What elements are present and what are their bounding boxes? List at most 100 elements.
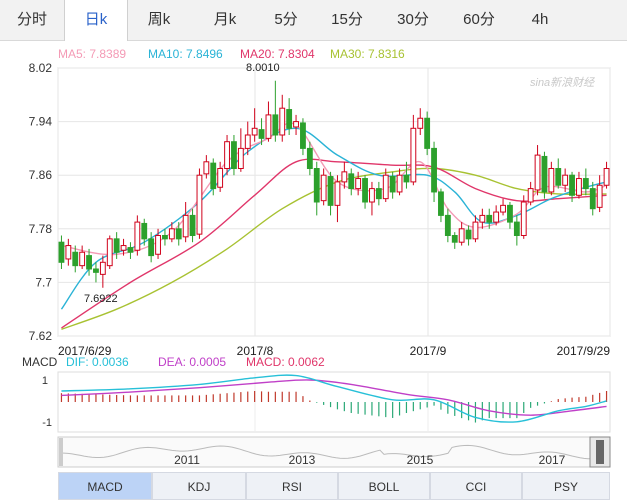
candle-body bbox=[369, 188, 375, 203]
candle bbox=[534, 145, 541, 196]
candle-body bbox=[258, 129, 265, 139]
candle-body bbox=[189, 214, 196, 236]
candle-body bbox=[251, 127, 258, 136]
candle bbox=[265, 101, 272, 142]
candle bbox=[369, 181, 375, 216]
candle-body bbox=[231, 141, 237, 169]
candle bbox=[162, 228, 168, 246]
candle bbox=[224, 135, 230, 176]
nav-label-2017: 2017 bbox=[539, 453, 566, 467]
candle-body bbox=[417, 117, 424, 129]
macd-dea: DEA: 0.0005 bbox=[158, 355, 226, 369]
nav-label-2015: 2015 bbox=[407, 453, 434, 467]
indicator-tab-macd[interactable]: MACD bbox=[58, 472, 152, 500]
candle bbox=[300, 118, 306, 156]
candle-body bbox=[486, 214, 493, 223]
candle bbox=[58, 235, 65, 269]
candle-body bbox=[334, 181, 341, 206]
candle-body bbox=[265, 114, 272, 139]
candle-body bbox=[327, 176, 334, 206]
candle-body bbox=[548, 168, 555, 193]
candle bbox=[520, 195, 527, 239]
candle bbox=[424, 111, 431, 156]
y-tick-label: 7.78 bbox=[29, 222, 53, 236]
indicator-tab-rsi[interactable]: RSI bbox=[246, 472, 338, 500]
candle-body bbox=[444, 214, 451, 236]
candle bbox=[127, 242, 134, 259]
candle-body bbox=[355, 178, 362, 190]
legend-ma20: MA20: 7.8304 bbox=[240, 47, 315, 61]
candle-body bbox=[196, 174, 203, 235]
candle-body bbox=[168, 228, 175, 240]
candle-body bbox=[113, 238, 120, 253]
candle-body bbox=[120, 245, 127, 251]
indicator-tab-boll[interactable]: BOLL bbox=[338, 472, 430, 500]
candle-body bbox=[72, 251, 79, 267]
candlestick-series bbox=[58, 80, 610, 288]
candle-body bbox=[500, 204, 506, 213]
candle-body bbox=[175, 228, 182, 240]
candle bbox=[65, 238, 72, 266]
candle-body bbox=[293, 121, 299, 128]
candle-body bbox=[237, 147, 244, 169]
macd-y-label-top: 1 bbox=[42, 375, 48, 387]
candle-body bbox=[596, 184, 603, 208]
candle-body bbox=[286, 109, 293, 129]
x-tick-label: 2017/9 bbox=[410, 344, 447, 358]
candle-body bbox=[106, 238, 113, 267]
indicator-tab-kdj[interactable]: KDJ bbox=[152, 472, 246, 500]
candle-body bbox=[507, 204, 513, 223]
candle bbox=[293, 114, 299, 135]
macd-title: MACD bbox=[22, 355, 58, 369]
candle bbox=[251, 108, 258, 142]
macd-histogram bbox=[60, 391, 608, 423]
legend-ma10: MA10: 7.8496 bbox=[148, 47, 223, 61]
candle bbox=[99, 255, 106, 288]
candle-body bbox=[424, 117, 431, 149]
high-annotation: 8.0010 bbox=[246, 62, 280, 74]
sina-watermark: sina新浪财经 bbox=[530, 76, 595, 89]
candle-body bbox=[99, 261, 106, 275]
plot-border bbox=[57, 67, 611, 337]
candle-body bbox=[65, 245, 72, 260]
candle bbox=[93, 262, 99, 283]
candle-body bbox=[589, 188, 596, 210]
candle-body bbox=[396, 174, 403, 193]
macd-lines bbox=[61, 374, 607, 423]
candle-body bbox=[520, 201, 527, 236]
indicator-tab-psy[interactable]: PSY bbox=[522, 472, 610, 500]
candle bbox=[444, 208, 451, 243]
candle bbox=[500, 198, 506, 216]
kline-chart[interactable]: MA5: 7.8389 MA10: 7.8496 MA20: 7.8304 MA… bbox=[0, 0, 627, 504]
low-annotation: 7.6922 bbox=[84, 293, 118, 305]
candle bbox=[320, 168, 327, 206]
candle-body bbox=[182, 214, 189, 238]
candle bbox=[348, 168, 355, 196]
candle-body bbox=[458, 228, 465, 243]
candle-body bbox=[569, 174, 575, 196]
candle bbox=[272, 80, 279, 142]
legend-ma30: MA30: 7.8316 bbox=[330, 47, 405, 61]
macd-y-label-bottom: -1 bbox=[42, 417, 52, 429]
candle-body bbox=[134, 221, 141, 251]
macd-grid bbox=[57, 371, 611, 433]
candle-body bbox=[465, 229, 472, 240]
candle bbox=[327, 171, 334, 216]
candle-body bbox=[79, 251, 86, 267]
candle-body bbox=[527, 188, 534, 203]
y-tick-label: 7.7 bbox=[35, 275, 52, 289]
candle bbox=[175, 222, 182, 246]
candle-body bbox=[410, 127, 417, 183]
y-tick-label: 8.02 bbox=[29, 61, 53, 75]
candle bbox=[313, 161, 320, 216]
candle bbox=[541, 151, 548, 199]
candle-body bbox=[313, 168, 320, 203]
candle-body bbox=[472, 221, 479, 240]
candle bbox=[513, 215, 520, 246]
candle bbox=[375, 181, 382, 206]
candle-body bbox=[582, 178, 589, 190]
candle-body bbox=[603, 168, 610, 186]
candle bbox=[451, 232, 458, 249]
candle-body bbox=[217, 168, 224, 188]
indicator-tab-cci[interactable]: CCI bbox=[430, 472, 522, 500]
